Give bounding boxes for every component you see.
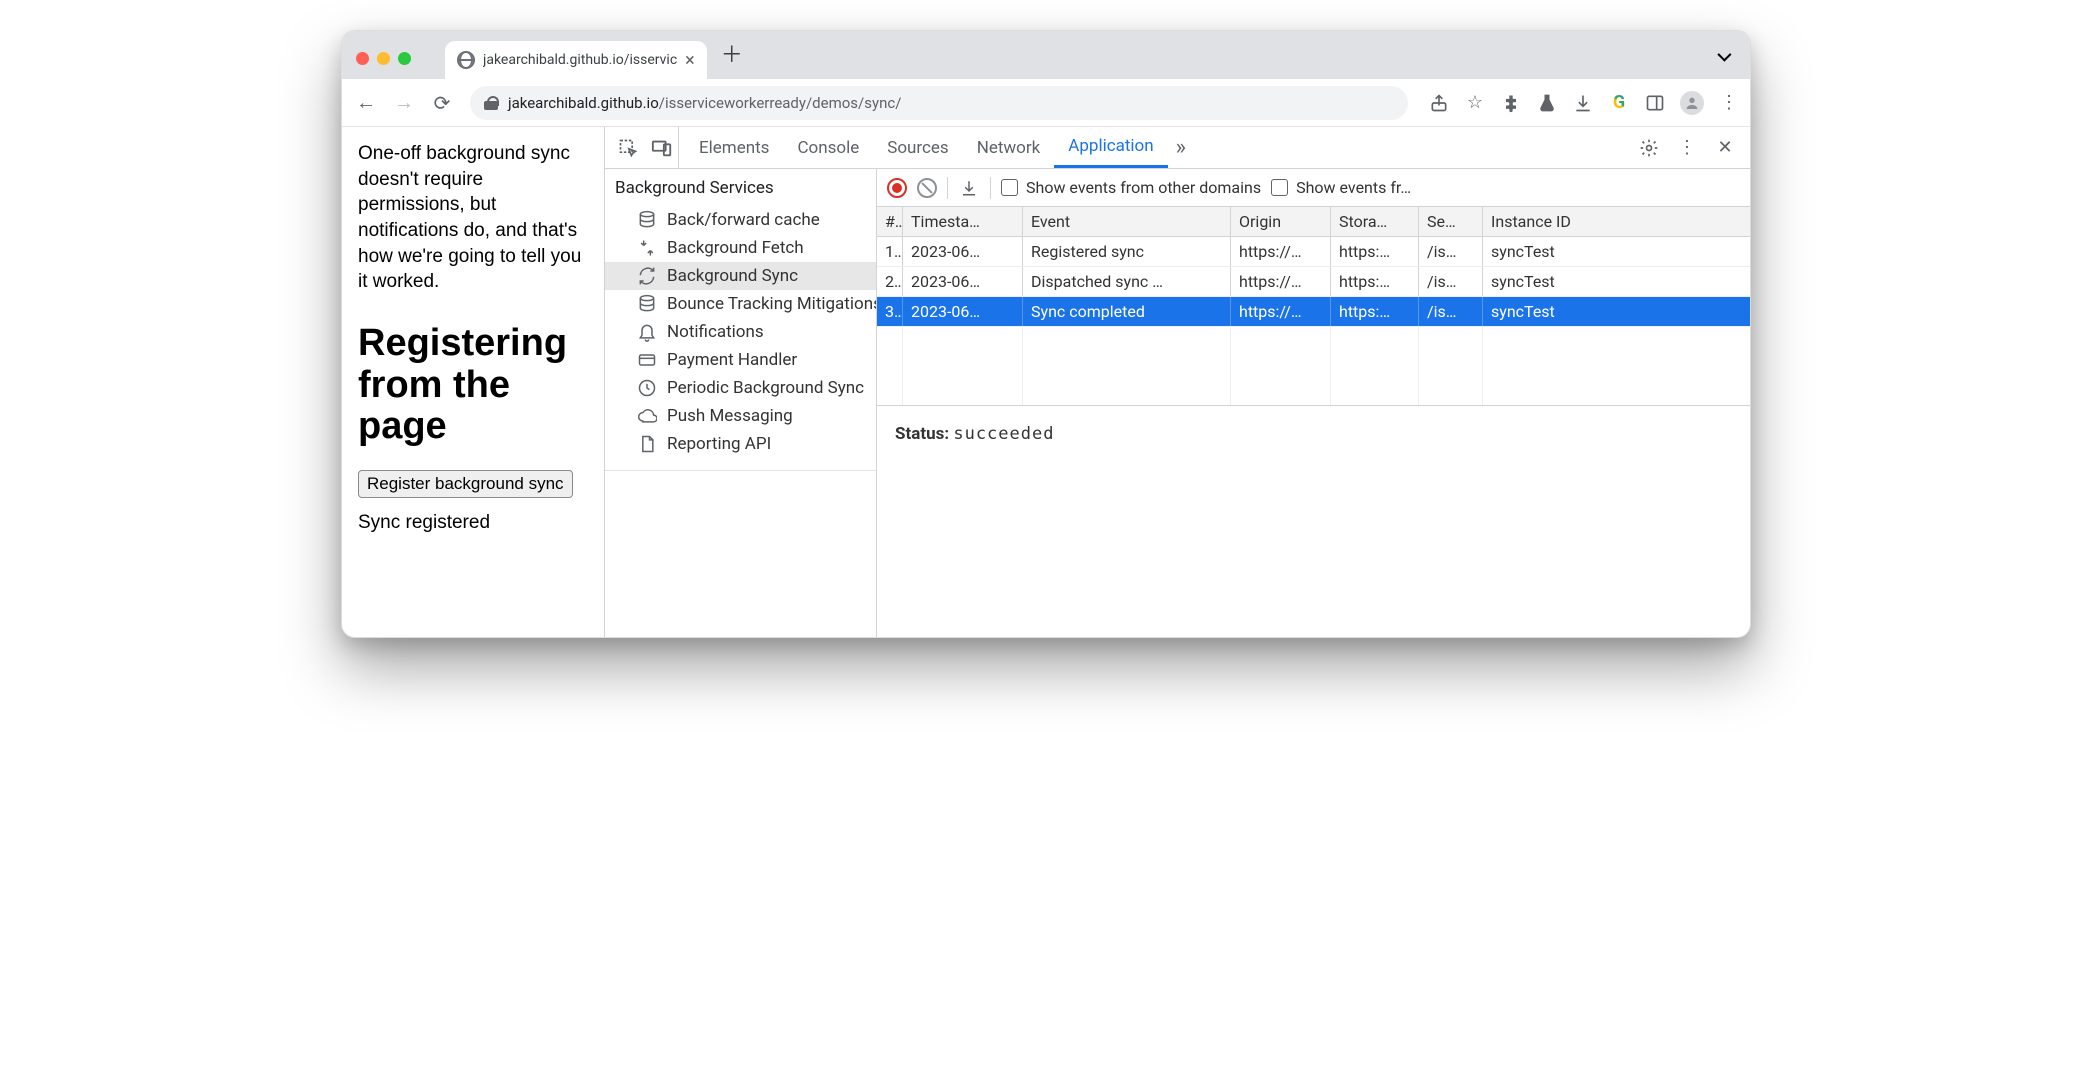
separator: [947, 177, 948, 199]
register-sync-button[interactable]: Register background sync: [358, 470, 573, 498]
col-event[interactable]: Event: [1023, 207, 1231, 236]
separator: [990, 177, 991, 199]
devtools-body: Background Services Back/forward cacheBa…: [605, 169, 1750, 637]
extensions-icon[interactable]: [1500, 92, 1522, 114]
settings-gear-icon[interactable]: [1630, 138, 1668, 158]
toolbar: ← → ⟳ jakearchibald.github.io/isservicew…: [342, 79, 1750, 127]
col-index[interactable]: #: [877, 207, 903, 236]
table-row[interactable]: 2.2023-06…Dispatched sync …https://…http…: [877, 267, 1750, 297]
card-icon: [637, 350, 657, 370]
devtools-kebab-icon[interactable]: ⋮: [1668, 137, 1706, 158]
cloud-icon: [637, 406, 657, 426]
bell-icon: [637, 322, 657, 342]
status-value: succeeded: [953, 424, 1054, 444]
close-window-button[interactable]: [356, 52, 369, 65]
toolbar-right: ☆ G ⋮: [1428, 91, 1740, 115]
sidebar-item-payment-handler[interactable]: Payment Handler: [605, 346, 876, 374]
file-icon: [637, 434, 657, 454]
minimize-window-button[interactable]: [377, 52, 390, 65]
show-events-checkbox-2[interactable]: Show events fr…: [1271, 178, 1411, 197]
devtools-tab-elements[interactable]: Elements: [685, 127, 783, 168]
fetch-icon: [637, 238, 657, 258]
share-icon[interactable]: [1428, 92, 1450, 114]
profile-avatar[interactable]: [1680, 91, 1704, 115]
globe-icon: [457, 51, 475, 69]
sidebar-item-periodic-background-sync[interactable]: Periodic Background Sync: [605, 374, 876, 402]
page-status-text: Sync registered: [358, 512, 588, 534]
devtools-tab-network[interactable]: Network: [963, 127, 1055, 168]
sidebar-item-background-sync[interactable]: Background Sync: [605, 262, 876, 290]
forward-button: →: [390, 90, 418, 115]
events-toolbar: Show events from other domains Show even…: [877, 169, 1750, 207]
kebab-menu-icon[interactable]: ⋮: [1718, 92, 1740, 114]
url-text: jakearchibald.github.io/isserviceworkerr…: [508, 94, 901, 112]
events-panel: Show events from other domains Show even…: [877, 169, 1750, 637]
reload-button[interactable]: ⟳: [428, 91, 456, 115]
event-detail: Status: succeeded: [877, 406, 1750, 462]
table-header-row: # Timesta… Event Origin Stora… Se… Insta…: [877, 207, 1750, 237]
bookmark-star-icon[interactable]: ☆: [1464, 92, 1486, 114]
sidebar-item-background-fetch[interactable]: Background Fetch: [605, 234, 876, 262]
sidebar-item-push-messaging[interactable]: Push Messaging: [605, 402, 876, 430]
devtools-tab-sources[interactable]: Sources: [873, 127, 962, 168]
window-controls: [356, 52, 411, 65]
labs-icon[interactable]: [1536, 92, 1558, 114]
col-storage[interactable]: Stora…: [1331, 207, 1419, 236]
table-row[interactable]: 1.2023-06…Registered synchttps://…https:…: [877, 237, 1750, 267]
tab-title: jakearchibald.github.io/isservic: [483, 52, 677, 68]
database-icon: [637, 294, 657, 314]
save-events-icon[interactable]: [958, 177, 980, 199]
events-table: # Timesta… Event Origin Stora… Se… Insta…: [877, 207, 1750, 406]
more-tabs-button[interactable]: »: [1168, 127, 1194, 168]
application-sidebar: Background Services Back/forward cacheBa…: [605, 169, 877, 637]
page-heading: Registering from the page: [358, 323, 588, 448]
sidebar-item-back-forward-cache[interactable]: Back/forward cache: [605, 206, 876, 234]
devtools-tab-application[interactable]: Application: [1054, 127, 1167, 168]
clear-icon[interactable]: [917, 178, 937, 198]
sidebar-item-reporting-api[interactable]: Reporting API: [605, 430, 876, 458]
lock-icon: [484, 96, 498, 110]
google-account-icon[interactable]: G: [1608, 92, 1630, 114]
record-icon[interactable]: [887, 178, 907, 198]
col-scope[interactable]: Se…: [1419, 207, 1483, 236]
new-tab-button[interactable]: ＋: [721, 37, 743, 69]
webpage-pane: One-off background sync doesn't require …: [342, 127, 604, 637]
devtools-pane: ElementsConsoleSourcesNetworkApplication…: [604, 127, 1750, 637]
show-other-domains-checkbox[interactable]: Show events from other domains: [1001, 178, 1261, 197]
inspect-element-icon[interactable]: [611, 127, 645, 168]
status-label: Status:: [895, 424, 949, 444]
intro-text: One-off background sync doesn't require …: [358, 141, 588, 295]
devtools-close-icon[interactable]: ✕: [1706, 137, 1744, 158]
empty-rows: [877, 327, 1750, 405]
back-button[interactable]: ←: [352, 90, 380, 115]
tabs-menu-button[interactable]: [1718, 46, 1728, 65]
browser-tab[interactable]: jakearchibald.github.io/isservic ×: [445, 41, 707, 79]
device-toolbar-icon[interactable]: [645, 127, 679, 168]
sidebar-group-title: Background Services: [605, 169, 876, 206]
tab-strip: jakearchibald.github.io/isservic × ＋: [342, 31, 1750, 79]
browser-window: jakearchibald.github.io/isservic × ＋ ← →…: [341, 30, 1751, 638]
devtools-tab-console[interactable]: Console: [783, 127, 873, 168]
col-origin[interactable]: Origin: [1231, 207, 1331, 236]
database-icon: [637, 210, 657, 230]
sidebar-item-notifications[interactable]: Notifications: [605, 318, 876, 346]
checkbox-icon: [1271, 179, 1288, 196]
clock-icon: [637, 378, 657, 398]
sync-icon: [637, 266, 657, 286]
tab-close-button[interactable]: ×: [685, 50, 695, 71]
sidebar-item-bounce-tracking-mitigations[interactable]: Bounce Tracking Mitigations: [605, 290, 876, 318]
sidebar-divider: [605, 470, 876, 637]
address-bar[interactable]: jakearchibald.github.io/isserviceworkerr…: [470, 86, 1408, 120]
devtools-tabbar: ElementsConsoleSourcesNetworkApplication…: [605, 127, 1750, 169]
downloads-icon[interactable]: [1572, 92, 1594, 114]
table-row[interactable]: 3.2023-06…Sync completedhttps://…https:……: [877, 297, 1750, 327]
checkbox-icon: [1001, 179, 1018, 196]
col-timestamp[interactable]: Timesta…: [903, 207, 1023, 236]
col-instance[interactable]: Instance ID: [1483, 207, 1750, 236]
side-panel-icon[interactable]: [1644, 92, 1666, 114]
maximize-window-button[interactable]: [398, 52, 411, 65]
content-area: One-off background sync doesn't require …: [342, 127, 1750, 637]
